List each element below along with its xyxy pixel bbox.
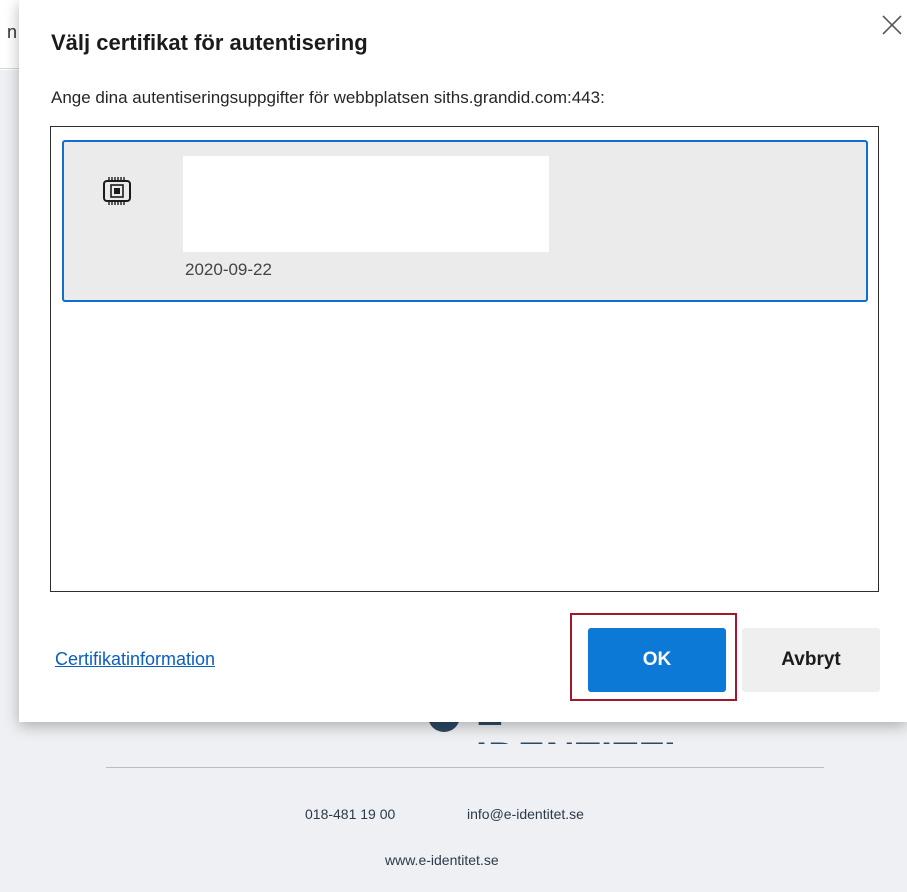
close-icon [882,15,902,35]
smart-card-chip-icon [101,176,133,206]
dialog-title: Välj certifikat för autentisering [51,30,368,55]
footer-email-link[interactable]: info@e-identitet.se [467,806,584,822]
certificate-information-link[interactable]: Certifikatinformation [55,649,215,670]
certificate-dialog: Välj certifikat för autentisering Ange d… [19,0,907,722]
cancel-button[interactable]: Avbryt [742,628,880,692]
footer-phone: 018-481 19 00 [305,806,396,822]
certificate-list-item[interactable]: 2020-09-22 [62,140,868,302]
ok-button[interactable]: OK [588,628,726,692]
footer-website-link[interactable]: www.e-identitet.se [385,852,499,868]
footer-divider [106,767,824,768]
dialog-subtitle: Ange dina autentiseringsuppgifter för we… [51,88,605,107]
certificate-list[interactable]: 2020-09-22 [50,126,879,592]
certificate-date: 2020-09-22 [185,260,272,279]
background-header-text: n [7,22,18,42]
close-button[interactable] [877,10,907,40]
certificate-name-redacted [183,156,549,252]
